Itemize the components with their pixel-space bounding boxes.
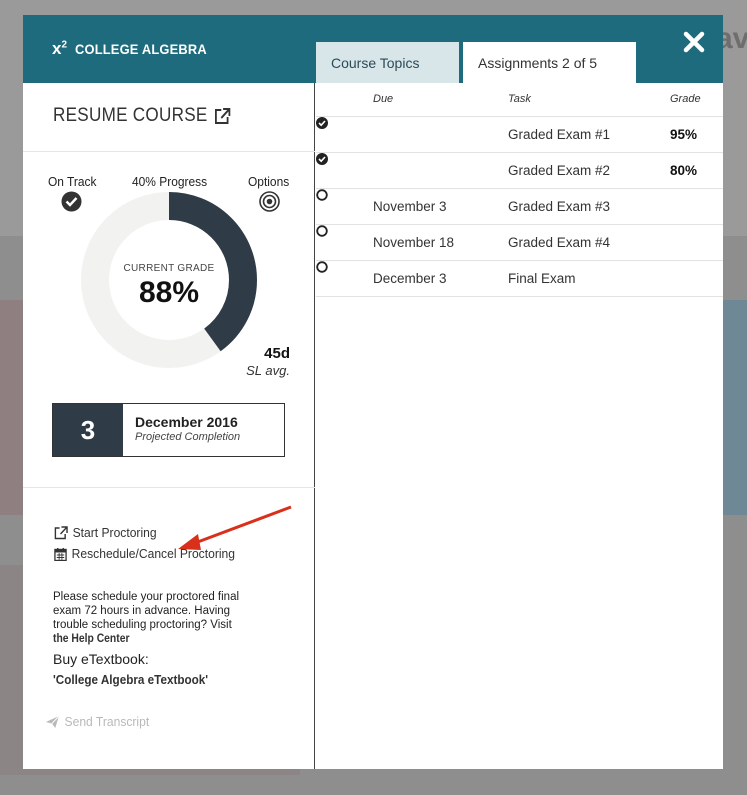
course-logo: x2 — [52, 39, 68, 58]
row-task: Graded Exam #1 — [508, 127, 611, 142]
paper-plane-icon — [45, 715, 60, 728]
check-circle-icon — [316, 117, 328, 129]
options-label[interactable]: Options — [248, 174, 289, 189]
table-row[interactable]: December 3 Final Exam — [316, 261, 723, 297]
table-row[interactable]: Graded Exam #1 95% — [316, 117, 723, 153]
row-due: November 18 — [373, 235, 455, 250]
projection-info: December 2016 Projected Completion — [123, 404, 252, 456]
row-grade: 95% — [670, 127, 698, 142]
empty-circle-icon — [316, 225, 328, 237]
course-summary-panel: RESUME COURSE On Track 40% Progress Opti… — [23, 83, 315, 769]
close-button[interactable] — [680, 30, 708, 58]
background-right-panel — [722, 300, 747, 515]
column-grade: Grade — [670, 93, 701, 105]
proctoring-note: Please schedule your proctored final exa… — [53, 590, 263, 646]
resume-course-label: RESUME COURSE — [53, 105, 208, 126]
column-task: Task — [508, 93, 531, 105]
empty-circle-icon — [316, 261, 328, 273]
buy-etextbook-label: Buy eTextbook: — [53, 651, 149, 667]
empty-circle-icon — [316, 189, 328, 201]
start-proctoring-label: Start Proctoring — [72, 525, 157, 540]
row-task: Graded Exam #4 — [508, 235, 611, 250]
start-proctoring-link[interactable]: Start Proctoring — [54, 525, 157, 540]
column-due: Due — [373, 93, 394, 105]
check-circle-icon — [61, 191, 82, 212]
target-options-icon[interactable] — [259, 191, 280, 212]
send-transcript-button[interactable]: Send Transcript — [45, 714, 149, 729]
close-x-icon — [683, 31, 705, 53]
course-modal: x2 COLLEGE ALGEBRA Course Topics Assignm… — [23, 15, 723, 769]
table-header: Due Task Grade — [316, 83, 723, 117]
course-brand: x2 COLLEGE ALGEBRA — [52, 39, 218, 59]
row-task: Graded Exam #3 — [508, 199, 611, 214]
table-row[interactable]: Graded Exam #2 80% — [316, 153, 723, 189]
projection-date: December 2016 — [135, 414, 238, 430]
section-divider — [23, 151, 315, 152]
course-name: COLLEGE ALGEBRA — [75, 41, 207, 57]
row-due: December 3 — [373, 271, 447, 286]
sl-avg-label: SL avg. — [246, 363, 290, 378]
external-link-icon — [54, 525, 68, 539]
table-row[interactable]: November 18 Graded Exam #4 — [316, 225, 723, 261]
table-row[interactable]: November 3 Graded Exam #3 — [316, 189, 723, 225]
on-track-label: On Track — [48, 174, 97, 189]
section-divider-lower — [23, 487, 315, 488]
etextbook-link[interactable]: 'College Algebra eTextbook' — [53, 672, 208, 687]
projection-number: 3 — [53, 404, 123, 456]
current-grade-label: CURRENT GRADE — [123, 263, 215, 274]
resume-course-link[interactable]: RESUME COURSE — [53, 105, 231, 127]
tab-course-topics[interactable]: Course Topics — [316, 42, 459, 83]
assignments-table: Due Task Grade Graded Exam #1 95% Graded E… — [316, 83, 723, 297]
row-task: Graded Exam #2 — [508, 163, 611, 178]
progress-label: 40% Progress — [132, 174, 208, 189]
projection-subtitle: Projected Completion — [135, 431, 241, 443]
sl-days-value: 45d — [264, 345, 290, 362]
tab-assignments[interactable]: Assignments 2 of 5 — [463, 42, 636, 83]
help-center-link[interactable]: the Help Center — [53, 632, 130, 646]
send-transcript-label: Send Transcript — [64, 714, 150, 729]
proctoring-note-text: Please schedule your proctored final exa… — [53, 591, 240, 631]
annotation-arrow — [178, 505, 292, 550]
row-task: Final Exam — [508, 271, 576, 286]
external-link-icon — [214, 108, 231, 124]
projected-completion-box: 3 December 2016 Projected Completion — [52, 403, 285, 457]
row-grade: 80% — [670, 163, 698, 178]
calendar-icon — [54, 547, 67, 561]
check-circle-icon — [316, 153, 328, 165]
modal-header: x2 COLLEGE ALGEBRA Course Topics Assignm… — [23, 15, 723, 83]
row-due: November 3 — [373, 199, 447, 214]
current-grade-value: 88% — [138, 276, 200, 309]
